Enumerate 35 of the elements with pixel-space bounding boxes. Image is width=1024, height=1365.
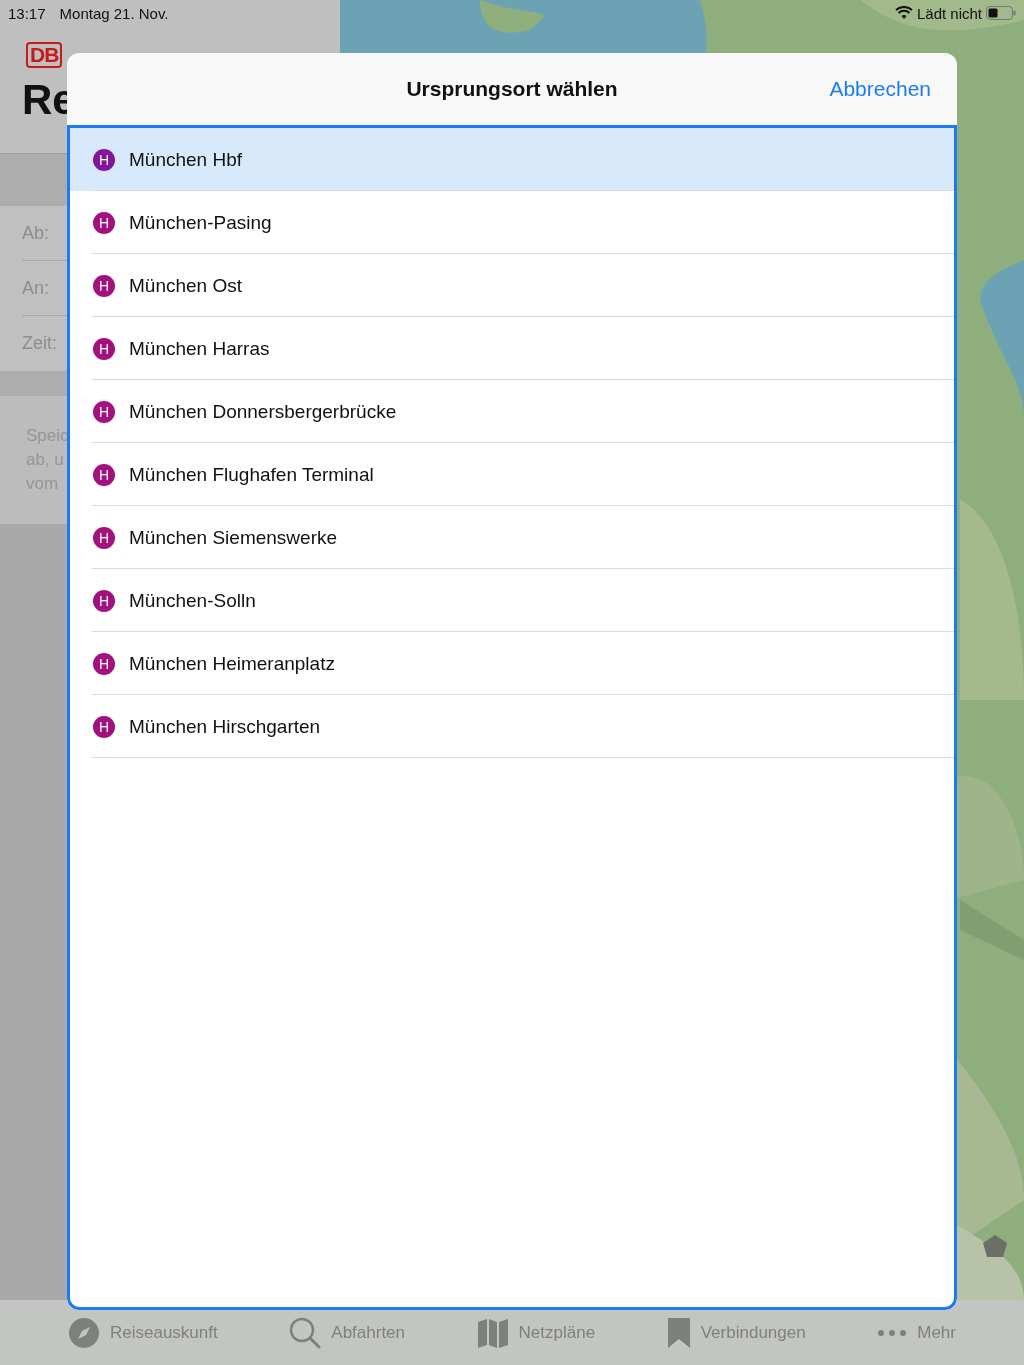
station-name: München Ost — [129, 274, 242, 297]
station-icon: H — [93, 211, 115, 234]
station-name: München Donnersbergerbrücke — [129, 400, 397, 423]
station-icon: H — [93, 652, 115, 675]
logo: DB — [26, 42, 63, 68]
station-name: München Hirschgarten — [129, 715, 321, 738]
wifi-icon — [894, 6, 913, 20]
station-icon: H — [93, 400, 115, 423]
station-name: München Siemenswerke — [129, 526, 338, 549]
status-time: 13:17 — [8, 4, 46, 22]
station-item[interactable]: H München Hbf — [70, 128, 954, 191]
more-icon — [877, 1328, 908, 1337]
status-date: Montag 21. Nov. — [59, 4, 169, 22]
station-icon: H — [93, 526, 115, 549]
bookmark-icon — [666, 1316, 691, 1349]
station-name: München Hbf — [129, 148, 242, 171]
station-name: München Harras — [129, 337, 270, 360]
cancel-button[interactable]: Abbrechen — [829, 77, 931, 101]
station-icon: H — [93, 589, 115, 612]
battery-status-text: Lädt nicht — [916, 4, 982, 22]
station-icon: H — [93, 337, 115, 360]
battery-icon — [986, 6, 1016, 20]
search-icon — [289, 1316, 322, 1349]
station-icon: H — [93, 463, 115, 486]
sheet-title: Ursprungsort wählen — [406, 77, 618, 101]
station-name: München Flughafen Terminal — [129, 463, 374, 486]
map-icon — [476, 1316, 509, 1349]
pentagon-icon[interactable] — [982, 1234, 1008, 1258]
compass-icon — [68, 1316, 100, 1349]
station-name: München-Solln — [129, 589, 256, 612]
station-name: München-Pasing — [129, 211, 272, 234]
station-icon: H — [93, 715, 115, 738]
station-icon: H — [93, 148, 115, 171]
station-icon: H — [93, 274, 115, 297]
station-name: München Heimeranplatz — [129, 652, 335, 675]
